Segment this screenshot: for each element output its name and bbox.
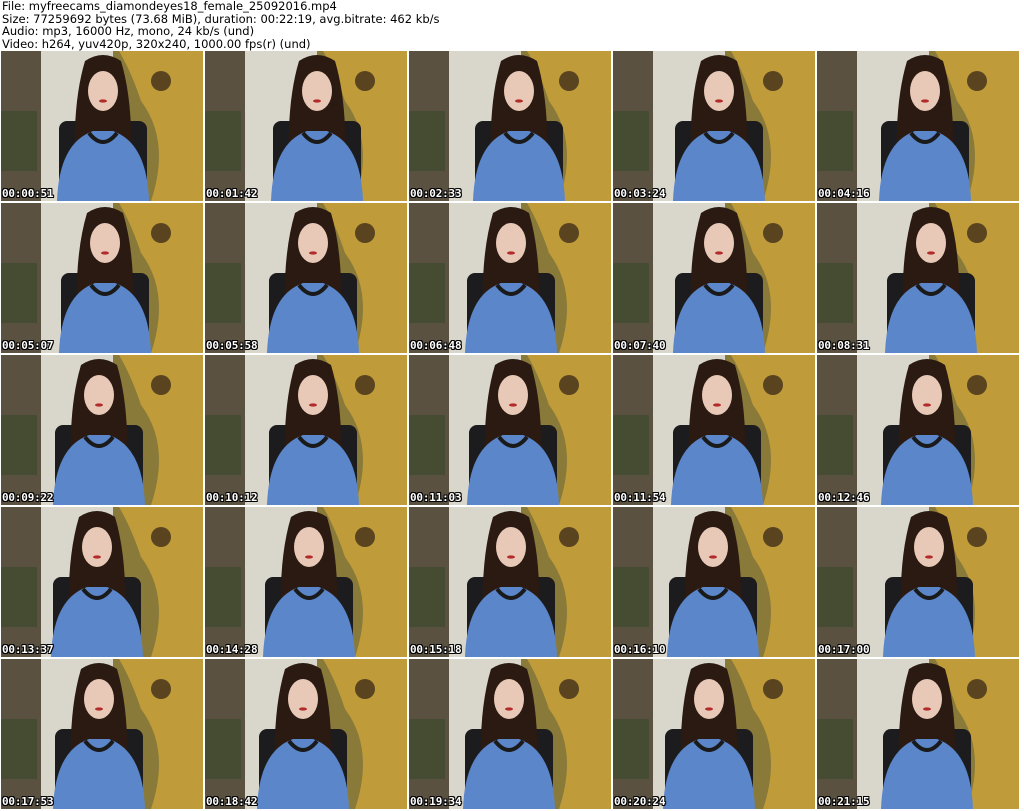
- thumbnail-timestamp: 00:11:54: [614, 491, 666, 504]
- thumbnail-frame-image: [409, 507, 611, 657]
- thumbnail-timestamp: 00:03:24: [614, 187, 666, 200]
- thumbnail-frame-image: [205, 507, 407, 657]
- video-thumbnail[interactable]: 00:20:24: [613, 659, 815, 809]
- thumbnail-frame-image: [409, 51, 611, 201]
- thumbnail-frame-image: [817, 51, 1019, 201]
- video-thumbnail[interactable]: 00:14:28: [205, 507, 407, 657]
- thumbnail-timestamp: 00:17:00: [818, 643, 870, 656]
- thumbnail-timestamp: 00:10:12: [206, 491, 258, 504]
- thumbnail-timestamp: 00:01:42: [206, 187, 258, 200]
- thumbnail-frame-image: [613, 507, 815, 657]
- file-name-line: File: myfreecams_diamondeyes18_female_25…: [2, 0, 337, 13]
- thumbnail-timestamp: 00:18:42: [206, 795, 258, 808]
- thumbnail-frame-image: [1, 203, 203, 353]
- video-thumbnail[interactable]: 00:09:22: [1, 355, 203, 505]
- video-thumbnail[interactable]: 00:19:34: [409, 659, 611, 809]
- thumbnail-frame-image: [409, 355, 611, 505]
- video-thumbnail[interactable]: 00:02:33: [409, 51, 611, 201]
- thumbnail-grid: 00:00:51 00:01:42 00:02:33 00:03:24 00:0…: [1, 51, 1023, 811]
- thumbnail-frame-image: [817, 659, 1019, 809]
- video-thumbnail[interactable]: 00:12:46: [817, 355, 1019, 505]
- thumbnail-frame-image: [1, 507, 203, 657]
- thumbnail-frame-image: [409, 203, 611, 353]
- video-thumbnail[interactable]: 00:17:53: [1, 659, 203, 809]
- thumbnail-timestamp: 00:20:24: [614, 795, 666, 808]
- video-thumbnail[interactable]: 00:06:48: [409, 203, 611, 353]
- video-thumbnail[interactable]: 00:05:58: [205, 203, 407, 353]
- video-thumbnail[interactable]: 00:08:31: [817, 203, 1019, 353]
- thumbnail-frame-image: [205, 659, 407, 809]
- video-thumbnail[interactable]: 00:10:12: [205, 355, 407, 505]
- video-thumbnail[interactable]: 00:03:24: [613, 51, 815, 201]
- video-thumbnail[interactable]: 00:18:42: [205, 659, 407, 809]
- video-thumbnail[interactable]: 00:15:18: [409, 507, 611, 657]
- thumbnail-frame-image: [1, 659, 203, 809]
- thumbnail-frame-image: [817, 355, 1019, 505]
- video-thumbnail[interactable]: 00:01:42: [205, 51, 407, 201]
- thumbnail-frame-image: [613, 203, 815, 353]
- thumbnail-timestamp: 00:12:46: [818, 491, 870, 504]
- thumbnail-timestamp: 00:16:10: [614, 643, 666, 656]
- video-thumbnail[interactable]: 00:00:51: [1, 51, 203, 201]
- video-thumbnail[interactable]: 00:04:16: [817, 51, 1019, 201]
- thumbnail-frame-image: [1, 355, 203, 505]
- thumbnail-timestamp: 00:08:31: [818, 339, 870, 352]
- video-thumbnail[interactable]: 00:21:15: [817, 659, 1019, 809]
- thumbnail-timestamp: 00:04:16: [818, 187, 870, 200]
- video-thumbnail[interactable]: 00:11:03: [409, 355, 611, 505]
- thumbnail-timestamp: 00:06:48: [410, 339, 462, 352]
- video-thumbnail[interactable]: 00:11:54: [613, 355, 815, 505]
- thumbnail-timestamp: 00:17:53: [2, 795, 54, 808]
- audio-info-line: Audio: mp3, 16000 Hz, mono, 24 kb/s (und…: [2, 24, 255, 39]
- video-thumbnail[interactable]: 00:07:40: [613, 203, 815, 353]
- thumbnail-timestamp: 00:11:03: [410, 491, 462, 504]
- thumbnail-timestamp: 00:14:28: [206, 643, 258, 656]
- video-info-line: Video: h264, yuv420p, 320x240, 1000.00 f…: [2, 36, 311, 51]
- thumbnail-timestamp: 00:07:40: [614, 339, 666, 352]
- video-thumbnail[interactable]: 00:05:07: [1, 203, 203, 353]
- thumbnail-frame-image: [205, 355, 407, 505]
- thumbnail-timestamp: 00:02:33: [410, 187, 462, 200]
- thumbnail-frame-image: [205, 203, 407, 353]
- thumbnail-timestamp: 00:09:22: [2, 491, 54, 504]
- video-thumbnail[interactable]: 00:16:10: [613, 507, 815, 657]
- thumbnail-timestamp: 00:21:15: [818, 795, 870, 808]
- thumbnail-frame-image: [817, 203, 1019, 353]
- thumbnail-frame-image: [613, 51, 815, 201]
- thumbnail-timestamp: 00:19:34: [410, 795, 462, 808]
- thumbnail-timestamp: 00:00:51: [2, 187, 54, 200]
- video-thumbnail[interactable]: 00:13:37: [1, 507, 203, 657]
- video-thumbnail[interactable]: 00:17:00: [817, 507, 1019, 657]
- thumbnail-frame-image: [1, 51, 203, 201]
- thumbnail-frame-image: [613, 355, 815, 505]
- thumbnail-timestamp: 00:05:58: [206, 339, 258, 352]
- thumbnail-frame-image: [613, 659, 815, 809]
- thumbnail-timestamp: 00:13:37: [2, 643, 54, 656]
- thumbnail-frame-image: [205, 51, 407, 201]
- thumbnail-frame-image: [817, 507, 1019, 657]
- thumbnail-timestamp: 00:15:18: [410, 643, 462, 656]
- thumbnail-frame-image: [409, 659, 611, 809]
- file-info-header: File: myfreecams_diamondeyes18_female_25…: [2, 0, 1022, 50]
- thumbnail-timestamp: 00:05:07: [2, 339, 54, 352]
